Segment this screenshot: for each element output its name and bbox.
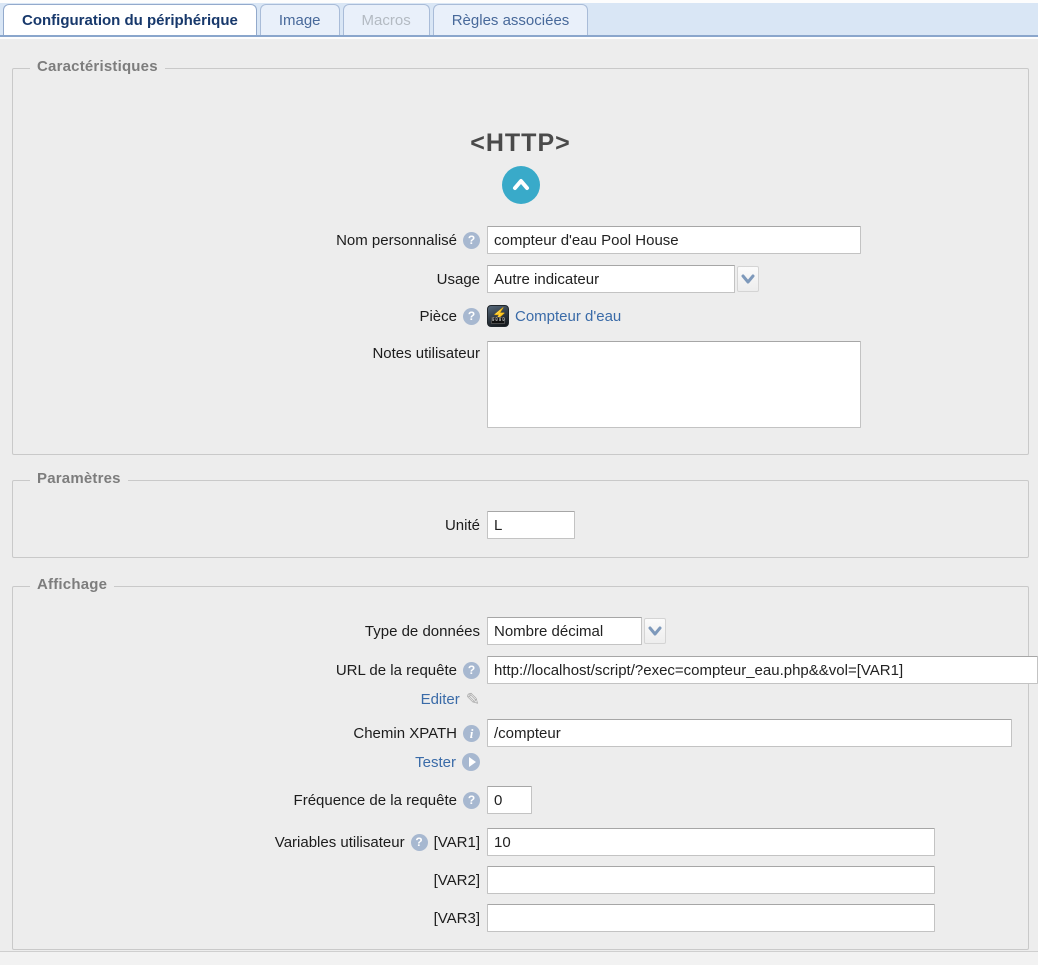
device-badge: <HTTP> — [13, 129, 1028, 204]
row-frequence-requete: Fréquence de la requête ? — [13, 786, 1028, 814]
chemin-xpath-input[interactable] — [487, 719, 1012, 747]
pencil-icon[interactable]: ✎ — [466, 691, 480, 708]
var1-name: [VAR1] — [434, 834, 480, 851]
row-editer: Editer ✎ — [13, 688, 1028, 710]
chemin-xpath-label: Chemin XPATH — [353, 725, 457, 742]
info-icon[interactable]: i — [463, 725, 480, 742]
unite-input[interactable] — [487, 511, 575, 539]
device-type-label: <HTTP> — [470, 129, 570, 158]
tab-configuration-peripherique[interactable]: Configuration du périphérique — [3, 4, 257, 35]
row-var3: [VAR3] — [13, 904, 1028, 932]
notes-utilisateur-label: Notes utilisateur — [372, 345, 480, 362]
var2-name: [VAR2] — [434, 872, 480, 889]
section-legend: Affichage — [30, 576, 114, 593]
tab-label: Macros — [362, 12, 411, 29]
row-var1: Variables utilisateur ? [VAR1] — [13, 828, 1028, 856]
var1-input[interactable] — [487, 828, 935, 856]
editer-link[interactable]: Editer — [421, 691, 460, 708]
tab-label: Configuration du périphérique — [22, 12, 238, 29]
tab-regles-associees[interactable]: Règles associées — [433, 4, 589, 35]
chevron-down-icon — [741, 273, 755, 285]
frequence-requete-label: Fréquence de la requête — [294, 792, 457, 809]
row-chemin-xpath: Chemin XPATH i — [13, 719, 1028, 747]
row-url-requete: URL de la requête ? — [13, 656, 1028, 684]
play-icon[interactable] — [462, 753, 480, 771]
main-content: Caractéristiques <HTTP> Nom personnalisé… — [0, 39, 1038, 952]
row-notes-utilisateur: Notes utilisateur — [13, 341, 1028, 428]
section-parametres: Paramètres Unité — [12, 480, 1029, 558]
url-requete-input[interactable] — [487, 656, 1038, 684]
row-type-donnees: Type de données Nombre décimal — [13, 617, 1028, 645]
section-legend: Paramètres — [30, 470, 128, 487]
help-icon[interactable]: ? — [463, 308, 480, 325]
type-donnees-selected-value: Nombre décimal — [494, 623, 603, 640]
section-legend: Caractéristiques — [30, 58, 165, 75]
unite-label: Unité — [445, 517, 480, 534]
type-donnees-select-button[interactable] — [644, 618, 666, 644]
row-var2: [VAR2] — [13, 866, 1028, 894]
chevron-up-icon — [511, 175, 531, 195]
help-icon[interactable]: ? — [463, 232, 480, 249]
tab-label: Règles associées — [452, 12, 570, 29]
help-icon[interactable]: ? — [463, 662, 480, 679]
variables-utilisateur-label: Variables utilisateur — [275, 834, 405, 851]
nom-personnalise-input[interactable] — [487, 226, 861, 254]
url-requete-label: URL de la requête — [336, 662, 457, 679]
tab-macros: Macros — [343, 4, 430, 35]
tab-image[interactable]: Image — [260, 4, 340, 35]
section-affichage: Affichage Type de données Nombre décimal — [12, 586, 1029, 950]
tab-label: Image — [279, 12, 321, 29]
chevron-down-icon — [648, 625, 662, 637]
row-unite: Unité — [13, 511, 1028, 539]
water-meter-icon[interactable]: ⚡ 0000 — [487, 305, 509, 327]
section-caracteristiques: Caractéristiques <HTTP> Nom personnalisé… — [12, 68, 1029, 455]
frequence-requete-input[interactable] — [487, 786, 532, 814]
row-piece: Pièce ? ⚡ 0000 Compteur d'eau — [13, 304, 1028, 328]
usage-label: Usage — [437, 271, 480, 288]
help-icon[interactable]: ? — [411, 834, 428, 851]
piece-link[interactable]: Compteur d'eau — [515, 308, 621, 325]
tester-link[interactable]: Tester — [415, 754, 456, 771]
type-donnees-select[interactable]: Nombre décimal — [487, 617, 642, 645]
http-device-icon — [502, 166, 540, 204]
var3-input[interactable] — [487, 904, 935, 932]
tab-bar: Configuration du périphérique Image Macr… — [0, 3, 1038, 37]
row-nom-personnalise: Nom personnalisé ? — [13, 226, 1028, 254]
help-icon[interactable]: ? — [463, 792, 480, 809]
var3-name: [VAR3] — [434, 910, 480, 927]
piece-label: Pièce — [419, 308, 457, 325]
usage-selected-value: Autre indicateur — [494, 271, 599, 288]
row-usage: Usage Autre indicateur — [13, 265, 1028, 293]
counter-digits: 0000 — [491, 317, 505, 324]
page-bottom-strip — [0, 952, 1038, 965]
notes-utilisateur-textarea[interactable] — [487, 341, 861, 428]
nom-personnalise-label: Nom personnalisé — [336, 232, 457, 249]
type-donnees-label: Type de données — [365, 623, 480, 640]
device-config-page: Configuration du périphérique Image Macr… — [0, 0, 1038, 965]
row-tester: Tester — [13, 751, 1028, 773]
usage-select-button[interactable] — [737, 266, 759, 292]
usage-select[interactable]: Autre indicateur — [487, 265, 735, 293]
var2-input[interactable] — [487, 866, 935, 894]
